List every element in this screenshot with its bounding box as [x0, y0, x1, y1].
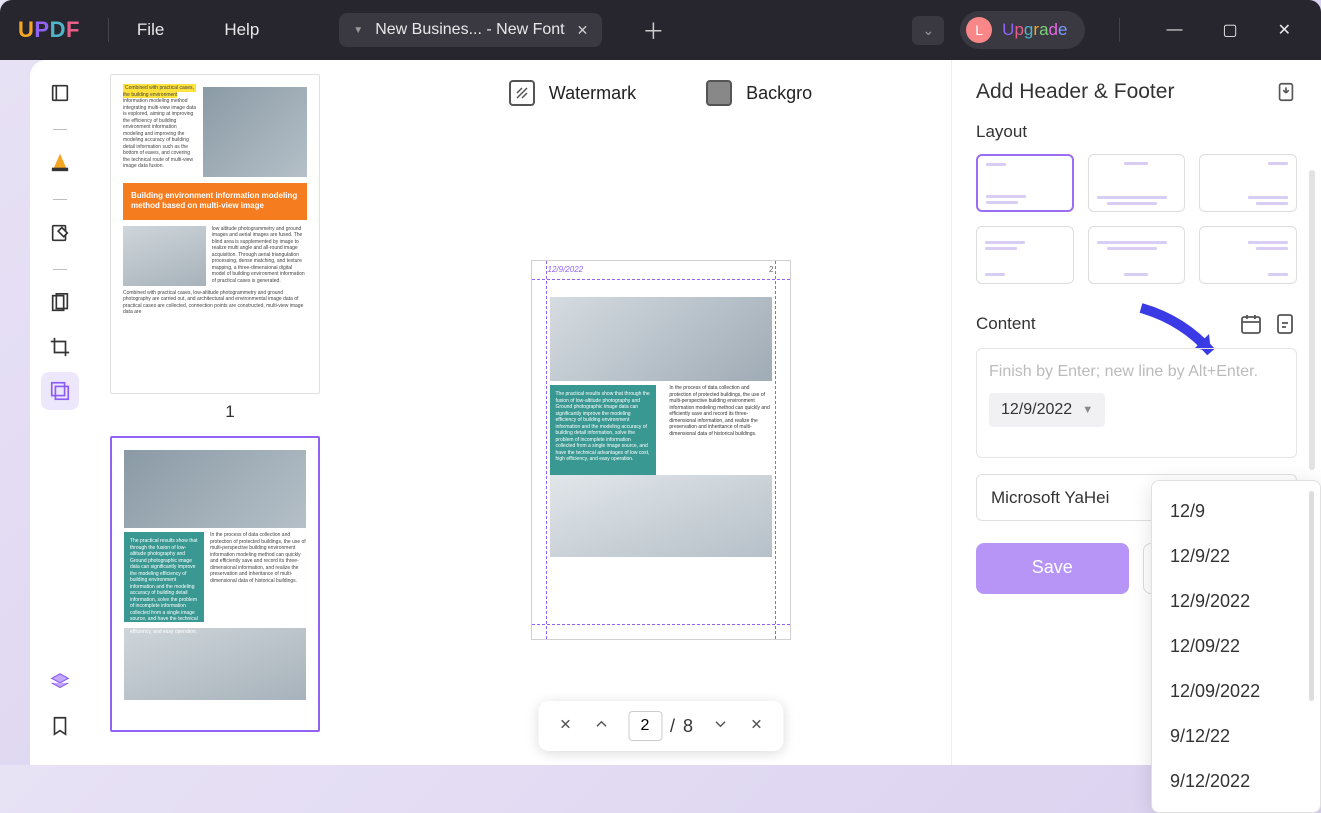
canvas: Watermark Backgro 12/9/2022 2 The practi… — [370, 60, 951, 765]
background-label: Backgro — [746, 83, 812, 104]
layout-option-2[interactable] — [1088, 154, 1186, 212]
chevron-down-icon: ▼ — [1082, 404, 1093, 416]
watermark-icon — [509, 80, 535, 106]
panel-title: Add Header & Footer — [976, 80, 1174, 104]
panel-export-icon[interactable] — [1275, 81, 1297, 103]
content-label: Content — [976, 314, 1036, 334]
main-area: — — — Combined with practical cases, the… — [30, 60, 1321, 765]
date-icon[interactable] — [1239, 312, 1263, 336]
tab-close-icon[interactable]: ✕ — [577, 22, 589, 39]
date-chip[interactable]: 12/9/2022 ▼ — [989, 393, 1105, 427]
right-panel: Add Header & Footer Layout Content Finis… — [951, 60, 1321, 765]
separator: — — [53, 190, 67, 206]
canvas-toolbar: Watermark Backgro — [370, 80, 951, 106]
preview-date-mark: 12/9/2022 — [548, 265, 584, 274]
divider — [1119, 18, 1120, 42]
page-indicator: / 8 — [628, 711, 693, 741]
tabs-overflow-icon[interactable]: ⌄ — [912, 16, 944, 45]
date-chip-value: 12/9/2022 — [1001, 401, 1072, 419]
popup-scrollbar[interactable] — [1309, 491, 1314, 701]
separator: — — [53, 260, 67, 276]
layout-option-4[interactable] — [976, 226, 1074, 284]
page-total: 8 — [683, 716, 693, 737]
content-placeholder: Finish by Enter; new line by Alt+Enter. — [989, 361, 1284, 383]
comment-tool[interactable] — [41, 144, 79, 182]
upgrade-button[interactable]: L Upgrade — [960, 11, 1085, 49]
date-format-option[interactable]: 12/9 — [1152, 489, 1320, 534]
content-textarea[interactable]: Finish by Enter; new line by Alt+Enter. … — [976, 348, 1297, 458]
layout-grid — [976, 154, 1297, 284]
date-format-option[interactable]: 12/09/2022 — [1152, 669, 1320, 714]
pager: / 8 — [538, 701, 783, 751]
layout-option-1[interactable] — [976, 154, 1074, 212]
watermark-label: Watermark — [549, 83, 636, 104]
divider — [108, 18, 109, 42]
upgrade-label: Upgrade — [1002, 20, 1067, 40]
layout-option-6[interactable] — [1199, 226, 1297, 284]
page-number-icon[interactable] — [1273, 312, 1297, 336]
new-tab-button[interactable]: ＋ — [642, 14, 664, 46]
page-sep: / — [670, 716, 675, 737]
thumbnail-2[interactable]: The practical results show that through … — [110, 436, 320, 732]
first-page-button[interactable] — [556, 715, 574, 738]
page-tools[interactable] — [41, 372, 79, 410]
menu-help[interactable]: Help — [224, 20, 259, 40]
layout-option-3[interactable] — [1199, 154, 1297, 212]
watermark-button[interactable]: Watermark — [509, 80, 636, 106]
window-close-icon[interactable]: ✕ — [1266, 12, 1303, 48]
layout-option-5[interactable] — [1088, 226, 1186, 284]
font-name: Microsoft YaHei — [991, 488, 1109, 508]
document-tab[interactable]: ▼ New Busines... - New Font ✕ — [339, 13, 602, 47]
document-preview: 12/9/2022 2 The practical results show t… — [531, 260, 791, 640]
avatar: L — [966, 17, 992, 43]
thumbnail-1-label: 1 — [110, 402, 350, 422]
prev-page-button[interactable] — [592, 715, 610, 738]
background-icon — [706, 80, 732, 106]
layout-label: Layout — [976, 122, 1297, 142]
separator: — — [53, 120, 67, 136]
thumb-card-title: Building environment information modelin… — [123, 183, 307, 220]
date-format-option[interactable]: 12/09/22 — [1152, 624, 1320, 669]
date-format-popup: 12/9 12/9/22 12/9/2022 12/09/22 12/09/20… — [1151, 480, 1321, 813]
organize-tool[interactable] — [41, 284, 79, 322]
bookmark-tool[interactable] — [41, 707, 79, 745]
date-format-option[interactable]: 12/9/22 — [1152, 534, 1320, 579]
scrollbar[interactable] — [1309, 170, 1315, 470]
layers-tool[interactable] — [41, 663, 79, 701]
edit-tool[interactable] — [41, 214, 79, 252]
date-format-option[interactable]: 9/12/22 — [1152, 714, 1320, 759]
left-toolbar: — — — — [30, 60, 90, 765]
thumbnail-1[interactable]: Combined with practical cases, the build… — [110, 74, 320, 394]
titlebar: UPDF File Help ▼ New Busines... - New Fo… — [0, 0, 1321, 60]
window-minimize-icon[interactable]: — — [1154, 13, 1194, 47]
last-page-button[interactable] — [747, 715, 765, 738]
app-logo: UPDF — [18, 17, 80, 43]
date-format-option[interactable]: 9/12/2022 — [1152, 759, 1320, 804]
tab-title: New Busines... - New Font — [375, 21, 564, 39]
background-button[interactable]: Backgro — [706, 80, 812, 106]
reader-tool[interactable] — [41, 74, 79, 112]
menu-file[interactable]: File — [137, 20, 164, 40]
tab-chevron-icon[interactable]: ▼ — [353, 25, 363, 36]
thumbnail-panel: Combined with practical cases, the build… — [90, 60, 370, 765]
preview-page-number: 2 — [769, 265, 773, 274]
date-format-option[interactable]: 12/9/2022 — [1152, 579, 1320, 624]
save-button[interactable]: Save — [976, 543, 1129, 594]
next-page-button[interactable] — [711, 715, 729, 738]
page-input[interactable] — [628, 711, 662, 741]
window-maximize-icon[interactable]: ▢ — [1210, 12, 1249, 48]
crop-tool[interactable] — [41, 328, 79, 366]
